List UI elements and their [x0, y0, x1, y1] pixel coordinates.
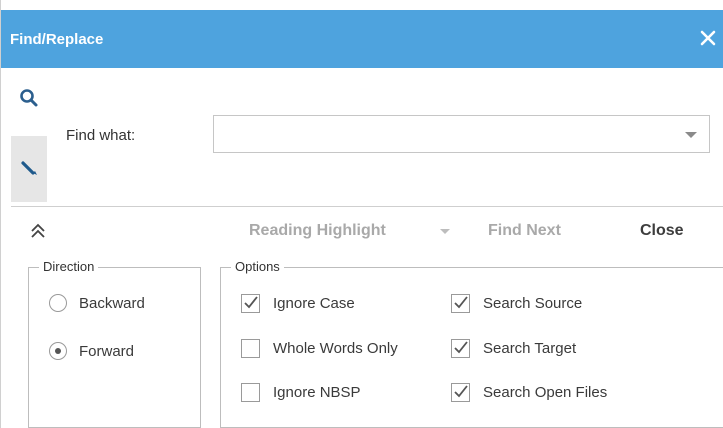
- radio-label: Forward: [79, 342, 135, 360]
- find-replace-dialog: Find/Replace Find what: Reading Highligh…: [0, 0, 723, 428]
- checkbox[interactable]: [451, 383, 470, 402]
- tab-find[interactable]: [11, 80, 47, 120]
- reading-highlight-button[interactable]: Reading Highlight: [249, 222, 386, 240]
- close-icon[interactable]: [700, 29, 716, 47]
- checkbox-search-target[interactable]: Search Target: [451, 339, 576, 358]
- checkmark-icon: [454, 385, 468, 398]
- checkmark-icon: [454, 341, 468, 354]
- find-what-input[interactable]: [220, 122, 674, 148]
- dialog-title: Find/Replace: [10, 31, 104, 48]
- divider: [11, 206, 723, 207]
- checkbox-ignore-case[interactable]: Ignore Case: [241, 294, 355, 313]
- checkbox[interactable]: [241, 294, 260, 313]
- checkbox-label: Whole Words Only: [273, 340, 398, 357]
- checkbox-label: Ignore NBSP: [273, 384, 361, 401]
- tab-replace[interactable]: [11, 136, 47, 202]
- search-icon: [18, 87, 40, 114]
- find-next-button[interactable]: Find Next: [488, 222, 561, 240]
- options-legend: Options: [231, 259, 284, 274]
- pencil-icon: [18, 156, 40, 183]
- find-what-label: Find what:: [66, 127, 136, 144]
- checkbox[interactable]: [241, 383, 260, 402]
- direction-group: Direction Backward Forward: [28, 259, 201, 428]
- checkbox[interactable]: [451, 294, 470, 313]
- title-bar: Find/Replace: [1, 10, 723, 68]
- selected-dot: [55, 348, 61, 354]
- checkbox-search-open-files[interactable]: Search Open Files: [451, 383, 607, 402]
- radio-forward[interactable]: Forward: [49, 342, 134, 360]
- direction-legend: Direction: [39, 259, 99, 274]
- options-group: Options Ignore Case Whole Words Only Ign…: [220, 259, 723, 428]
- checkbox-search-source[interactable]: Search Source: [451, 294, 582, 313]
- checkbox-whole-words-only[interactable]: Whole Words Only: [241, 339, 398, 358]
- checkbox-label: Search Target: [483, 340, 577, 357]
- checkbox-label: Ignore Case: [273, 295, 355, 312]
- checkmark-icon: [244, 296, 258, 309]
- checkmark-icon: [454, 296, 468, 309]
- double-chevron-up-icon[interactable]: [29, 222, 47, 240]
- checkbox[interactable]: [451, 339, 470, 358]
- chevron-down-icon[interactable]: [685, 132, 697, 138]
- radio-label: Backward: [79, 294, 145, 312]
- reading-highlight-dropdown-icon[interactable]: [440, 229, 450, 234]
- radio-button[interactable]: [49, 342, 67, 360]
- radio-backward[interactable]: Backward: [49, 294, 145, 312]
- find-what-combobox[interactable]: [213, 115, 710, 153]
- checkbox-label: Search Source: [483, 295, 583, 312]
- checkbox-label: Search Open Files: [483, 384, 608, 401]
- radio-button[interactable]: [49, 294, 67, 312]
- mode-sidebar: [1, 68, 47, 202]
- close-button[interactable]: Close: [640, 222, 684, 240]
- checkbox-ignore-nbsp[interactable]: Ignore NBSP: [241, 383, 361, 402]
- checkbox[interactable]: [241, 339, 260, 358]
